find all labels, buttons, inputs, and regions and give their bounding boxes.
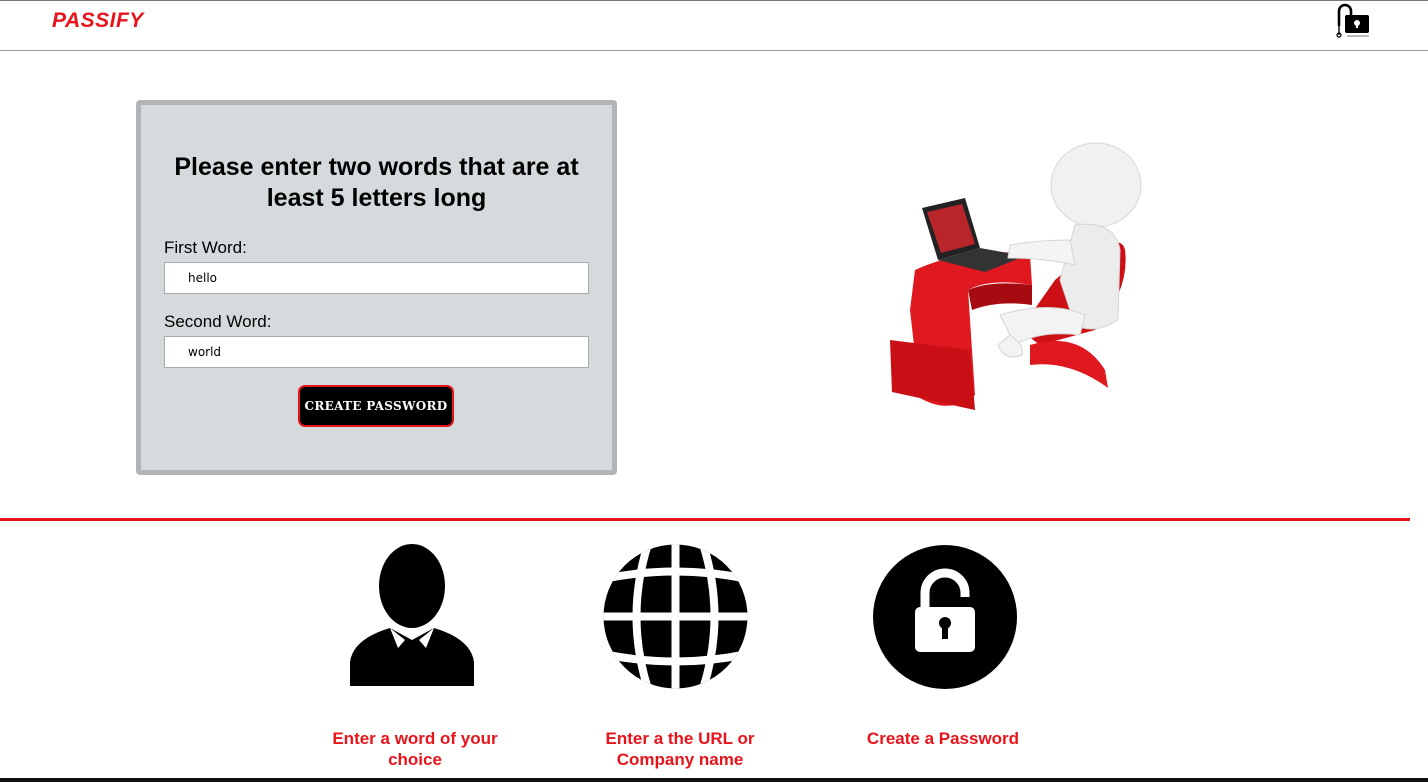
- person-icon: [350, 544, 474, 686]
- brand-logo[interactable]: PASSIFY: [52, 9, 144, 33]
- bottom-border: [0, 778, 1428, 782]
- second-word-input[interactable]: world: [164, 336, 589, 368]
- hero-illustration: [890, 142, 1142, 410]
- second-word-label: Second Word:: [164, 312, 272, 331]
- first-word-label: First Word:: [164, 238, 247, 257]
- section-divider: [0, 518, 1410, 521]
- top-bar: PASSIFY: [0, 0, 1428, 51]
- feature-text-url: Enter a the URL or Company name: [605, 729, 755, 769]
- form-title: Please enter two words that are at least…: [174, 153, 579, 212]
- first-word-input[interactable]: hello: [164, 262, 589, 294]
- padlock-icon: [873, 545, 1017, 689]
- unlocked-padlock-icon[interactable]: [1332, 2, 1372, 40]
- feature-text-password: Create a Password: [866, 729, 1020, 748]
- password-form-card: Please enter two words that are at least…: [136, 100, 617, 475]
- globe-icon: [603, 544, 748, 689]
- feature-text-word: Enter a word of your choice: [332, 729, 498, 769]
- create-password-button[interactable]: CREATE PASSWORD: [298, 385, 454, 427]
